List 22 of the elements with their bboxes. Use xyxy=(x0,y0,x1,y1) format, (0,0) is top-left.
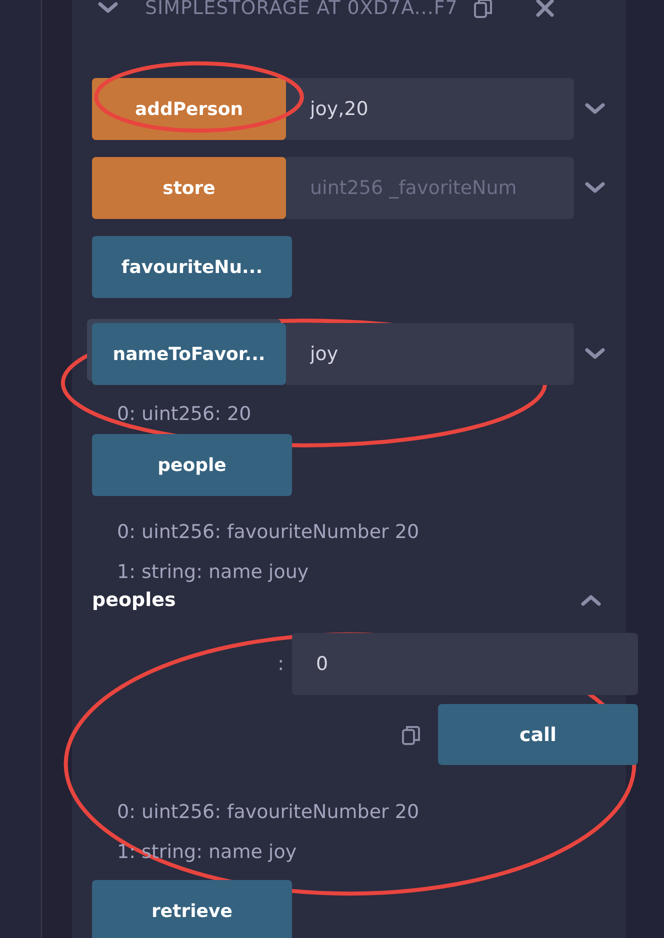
output-text: 0: uint256: favouriteNumber 20 xyxy=(117,520,420,545)
copy-icon[interactable] xyxy=(472,0,494,19)
function-button[interactable]: addPerson xyxy=(92,78,286,140)
function-button[interactable]: nameToFavor... xyxy=(92,323,286,385)
output-text: 0: uint256: favouriteNumber 20 xyxy=(117,800,420,825)
input-field[interactable]: joy,20 xyxy=(286,78,574,140)
input-field[interactable]: 0 xyxy=(292,633,638,695)
contract-title: SIMPLESTORAGE AT 0XD7A...F7 xyxy=(145,0,458,19)
copy-icon[interactable] xyxy=(400,724,422,746)
param-label: : xyxy=(278,653,284,675)
function-name: peoples xyxy=(92,589,176,611)
output-text: 1: string: name joy xyxy=(117,840,298,865)
function-button[interactable]: retrieve xyxy=(92,880,292,938)
function-button[interactable]: store xyxy=(92,157,286,219)
input-field[interactable]: uint256 _favoriteNum xyxy=(286,157,574,219)
function-button[interactable]: people xyxy=(92,434,292,496)
input-field[interactable]: joy xyxy=(286,323,574,385)
call-button[interactable]: call xyxy=(438,704,638,765)
output-text: 0: uint256: 20 xyxy=(117,402,252,427)
close-icon[interactable] xyxy=(534,0,556,19)
output-text: 1: string: name jouy xyxy=(117,560,310,585)
function-button[interactable]: favouriteNu... xyxy=(92,236,292,298)
